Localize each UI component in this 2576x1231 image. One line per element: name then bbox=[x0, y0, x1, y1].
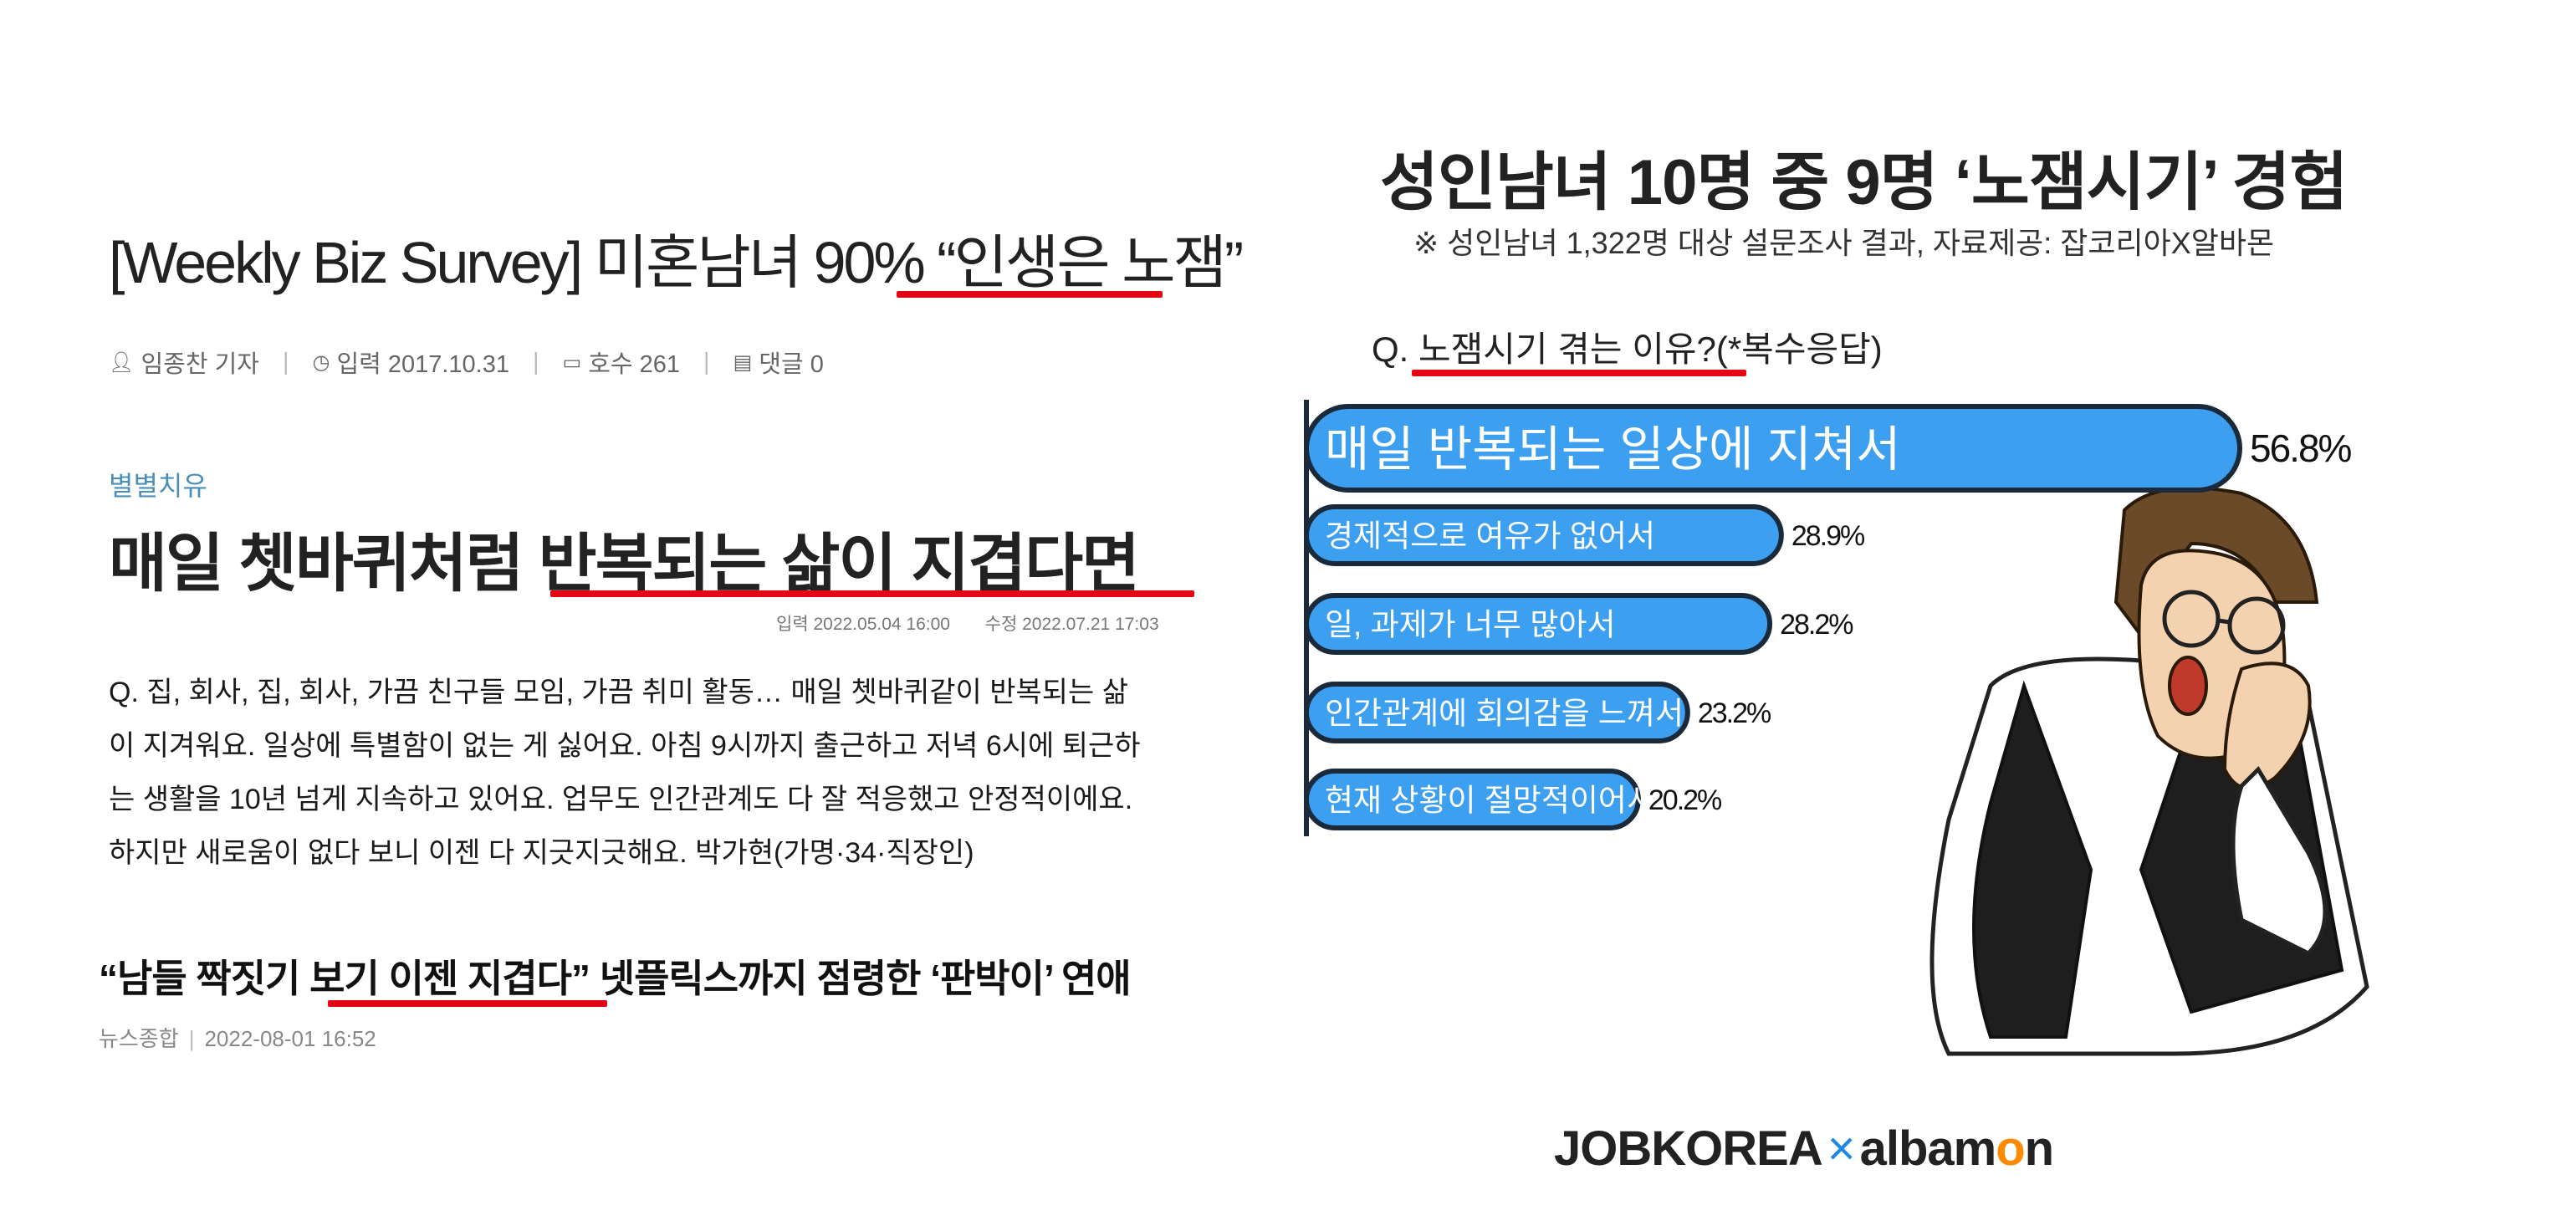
bar-value-label: 20.2% bbox=[1648, 784, 1722, 816]
bar-value-label: 28.9% bbox=[1791, 520, 1865, 552]
jobkorea-albamon-logo: JOBKOREA × albamon bbox=[1554, 1121, 2054, 1177]
logo-albamon-b: n bbox=[2024, 1121, 2054, 1176]
bar-value-label: 28.2% bbox=[1780, 609, 1853, 641]
logo-x: × bbox=[1827, 1121, 1856, 1176]
bar-category-label: 인간관계에 회의감을 느껴서 bbox=[1325, 696, 1684, 730]
bar-category-label: 경제적으로 여유가 없어서 bbox=[1325, 518, 1655, 553]
logo-albamon-o: o bbox=[1996, 1121, 2025, 1176]
bar-category-label: 매일 반복되는 일상에 지쳐서 bbox=[1325, 422, 1901, 477]
bar-value-label: 23.2% bbox=[1698, 697, 1771, 729]
illustration-mouth bbox=[2168, 656, 2208, 716]
bar-chart: 매일 반복되는 일상에 지쳐서 56.8% 경제적으로 여유가 없어서 28.9% 일,… bbox=[1304, 400, 2369, 1056]
bar-category-label: 현재 상황이 절망적이어서 bbox=[1325, 783, 1655, 817]
bar-category-label: 일, 과제가 너무 많아서 bbox=[1325, 607, 1615, 641]
logo-jobkorea: JOBKOREA bbox=[1554, 1121, 1823, 1176]
logo-albamon-a: albam bbox=[1859, 1121, 1997, 1176]
bored-person-illustration bbox=[1929, 486, 2369, 1056]
bar-value-label: 56.8% bbox=[2250, 427, 2352, 470]
